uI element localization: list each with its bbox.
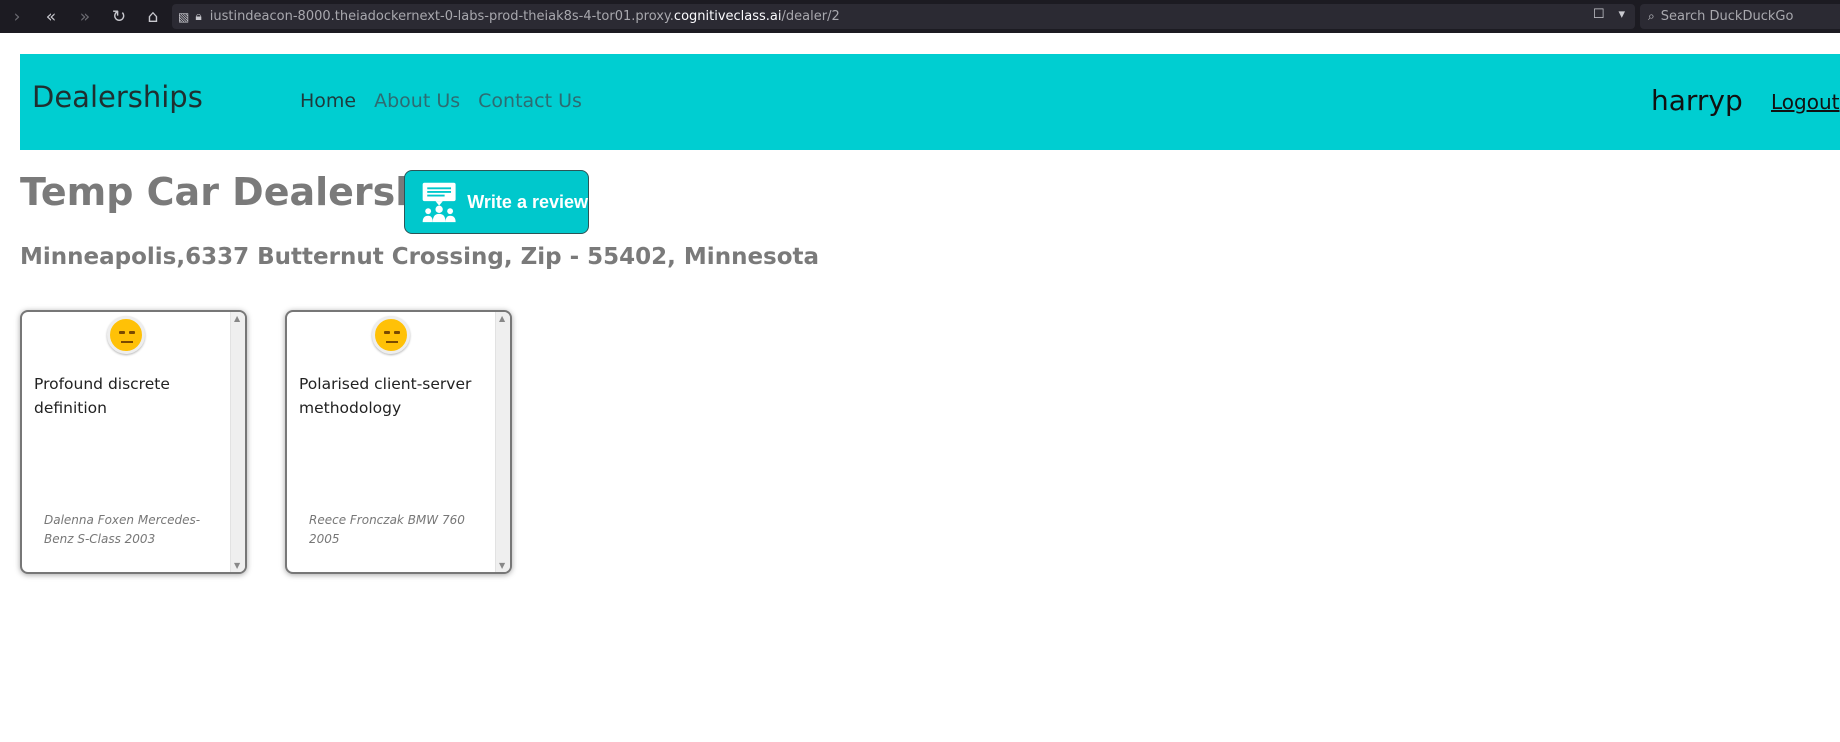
bookmark-icon[interactable]: ☐ bbox=[1593, 7, 1605, 22]
nav-link-about-us[interactable]: About Us bbox=[374, 90, 460, 112]
reload-icon[interactable]: ↻ bbox=[102, 0, 136, 33]
address-bar[interactable]: ▧ 🔒︎ iustindeacon-8000.theiadockernext-0… bbox=[172, 4, 1635, 29]
site-navbar: Dealerships Home About Us Contact Us har… bbox=[20, 54, 1840, 150]
lock-icon[interactable]: 🔒︎ bbox=[195, 9, 201, 24]
review-card: Profound discrete definition Dalenna Fox… bbox=[20, 310, 247, 574]
forward-icon[interactable]: › bbox=[0, 0, 34, 33]
reviewer-info: Dalenna Foxen Mercedes-Benz S-Class 2003 bbox=[44, 513, 201, 546]
card-scrollbar[interactable]: ▲ ▼ bbox=[495, 312, 510, 572]
home-icon[interactable]: ⌂ bbox=[136, 0, 170, 33]
search-icon: ⌕ bbox=[1648, 9, 1655, 23]
nav-link-home[interactable]: Home bbox=[300, 90, 356, 112]
brand-title[interactable]: Dealerships bbox=[32, 80, 203, 114]
dealer-address: Minneapolis,6337 Butternut Crossing, Zip… bbox=[20, 244, 820, 270]
write-review-label: Write a review bbox=[467, 191, 588, 212]
nav-links: Home About Us Contact Us bbox=[300, 90, 582, 112]
username-label: harryp bbox=[1651, 84, 1743, 117]
scroll-down-icon[interactable]: ▼ bbox=[234, 561, 240, 570]
browser-search-input[interactable]: ⌕ Search DuckDuckGo bbox=[1640, 4, 1840, 29]
review-people-icon bbox=[422, 182, 456, 223]
card-scrollbar[interactable]: ▲ ▼ bbox=[230, 312, 245, 572]
neutral-face-icon bbox=[107, 316, 145, 354]
nav-link-contact-us[interactable]: Contact Us bbox=[478, 90, 582, 112]
review-text: Polarised client-server methodology bbox=[299, 375, 472, 417]
scroll-down-icon[interactable]: ▼ bbox=[499, 561, 505, 570]
neutral-face-icon bbox=[372, 316, 410, 354]
dealer-name: Temp Car Dealership bbox=[20, 170, 463, 214]
scroll-up-icon[interactable]: ▲ bbox=[499, 314, 505, 323]
dropdown-icon[interactable]: ▾ bbox=[1618, 7, 1625, 22]
logout-link[interactable]: Logout bbox=[1771, 90, 1839, 114]
reviewer-info: Reece Fronczak BMW 760 2005 bbox=[309, 513, 465, 546]
write-review-button[interactable]: Write a review bbox=[404, 170, 589, 234]
tracking-protection-icon[interactable]: ▧ bbox=[178, 10, 189, 24]
scroll-up-icon[interactable]: ▲ bbox=[234, 314, 240, 323]
forward-history-icon[interactable]: » bbox=[68, 0, 102, 33]
review-card: Polarised client-server methodology Reec… bbox=[285, 310, 512, 574]
review-text: Profound discrete definition bbox=[34, 375, 170, 417]
browser-toolbar: › « » ↻ ⌂ ▧ 🔒︎ iustindeacon-8000.theiado… bbox=[0, 0, 1840, 33]
back-history-icon[interactable]: « bbox=[34, 0, 68, 33]
search-placeholder: Search DuckDuckGo bbox=[1660, 9, 1794, 24]
url-text[interactable]: iustindeacon-8000.theiadockernext-0-labs… bbox=[210, 9, 840, 24]
